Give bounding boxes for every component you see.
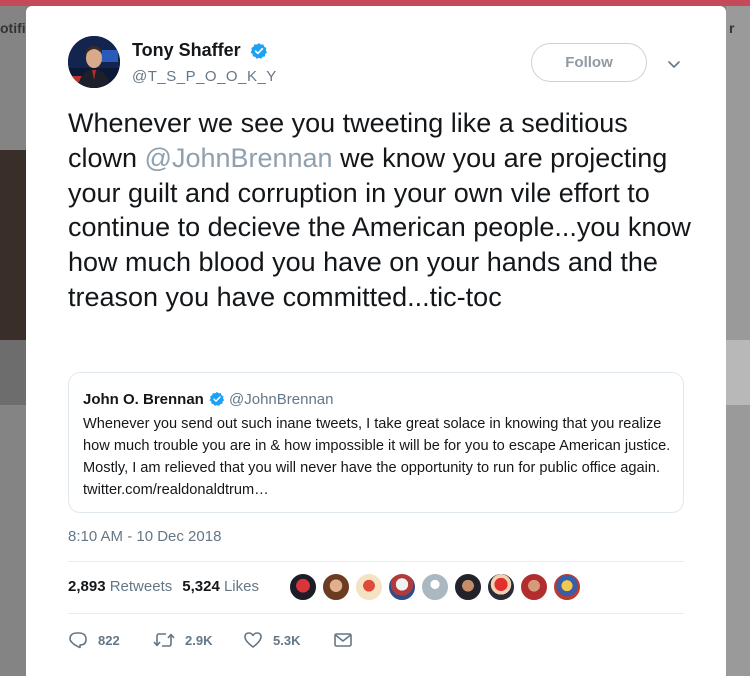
retweet-button[interactable]: 2.9K xyxy=(153,631,243,649)
retweet-icon xyxy=(153,633,175,647)
liker-avatar[interactable] xyxy=(487,573,515,601)
reply-button[interactable]: 822 xyxy=(68,631,153,649)
liker-avatar[interactable] xyxy=(520,573,548,601)
reply-icon xyxy=(69,632,87,649)
like-button[interactable]: 5.3K xyxy=(243,631,333,649)
quoted-tweet[interactable]: John O. Brennan @JohnBrennan Whenever yo… xyxy=(68,372,684,513)
tweet-timestamp[interactable]: 8:10 AM - 10 Dec 2018 xyxy=(68,528,221,545)
background-left-bar xyxy=(0,340,26,405)
author-display-name[interactable]: Tony Shaffer xyxy=(132,40,268,61)
liker-avatar[interactable] xyxy=(322,573,350,601)
more-options-button[interactable] xyxy=(666,56,682,72)
author-name-text: Tony Shaffer xyxy=(132,40,241,60)
background-right-bar xyxy=(726,340,750,405)
avatar-photo-icon xyxy=(68,36,120,88)
envelope-icon xyxy=(334,633,352,647)
heart-icon xyxy=(244,632,262,648)
like-count: 5.3K xyxy=(273,632,301,648)
retweet-count: 2.9K xyxy=(185,632,213,648)
quoted-author-name: John O. Brennan xyxy=(83,391,204,408)
divider xyxy=(68,561,684,562)
retweets-stat[interactable]: 2,893 Retweets xyxy=(68,578,172,595)
tweet-actions: 822 2.9K 5.3K xyxy=(68,630,363,650)
background-right-text: r xyxy=(729,20,735,36)
liker-avatar[interactable] xyxy=(388,573,416,601)
chevron-down-icon xyxy=(668,61,680,68)
author-avatar[interactable] xyxy=(68,36,120,88)
likes-count: 5,324 xyxy=(182,578,220,595)
liker-avatar[interactable] xyxy=(454,573,482,601)
author-handle[interactable]: @T_S_P_O_O_K_Y xyxy=(132,68,277,85)
retweets-label: Retweets xyxy=(109,578,173,595)
tweet-mention-link[interactable]: @JohnBrennan xyxy=(145,143,333,173)
likes-stat[interactable]: 5,324 Likes xyxy=(182,578,259,595)
quoted-author-handle: @JohnBrennan xyxy=(229,391,334,408)
verified-badge-icon xyxy=(250,43,267,60)
divider xyxy=(68,613,684,614)
liker-avatar[interactable] xyxy=(355,573,383,601)
background-left-text: otifi xyxy=(0,20,26,36)
verified-badge-icon xyxy=(209,392,225,406)
liker-avatar[interactable] xyxy=(289,573,317,601)
retweets-count: 2,893 xyxy=(68,578,106,595)
background-left-photo xyxy=(0,150,26,340)
liker-avatar[interactable] xyxy=(421,573,449,601)
liker-avatars xyxy=(289,573,586,601)
tweet-modal: Tony Shaffer @T_S_P_O_O_K_Y Follow Whene… xyxy=(26,6,726,676)
likes-label: Likes xyxy=(223,578,259,595)
liker-avatar[interactable] xyxy=(553,573,581,601)
quoted-tweet-text: Whenever you send out such inane tweets,… xyxy=(83,416,671,498)
follow-button[interactable]: Follow xyxy=(531,43,647,82)
tweet-text: Whenever we see you tweeting like a sedi… xyxy=(68,106,698,315)
tweet-stats: 2,893 Retweets 5,324 Likes xyxy=(68,578,259,595)
reply-count: 822 xyxy=(98,632,120,648)
direct-message-button[interactable] xyxy=(333,632,363,648)
